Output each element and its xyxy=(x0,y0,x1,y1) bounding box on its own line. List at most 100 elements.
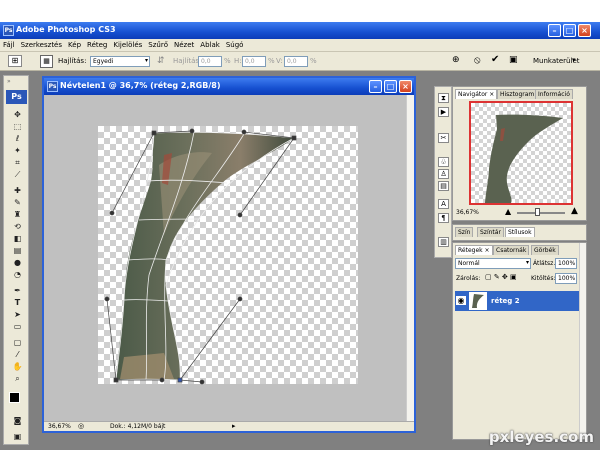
eyedropper-tool-icon[interactable]: ⁄ xyxy=(12,350,23,359)
marquee-tool-icon[interactable]: ⬚ xyxy=(12,122,23,131)
menu-file[interactable]: Fájl xyxy=(0,39,18,49)
brush-tool-icon[interactable]: ✎ xyxy=(12,198,23,207)
tab-info[interactable]: Információ xyxy=(535,89,573,99)
eye-icon[interactable]: ◉ xyxy=(456,296,466,305)
toolbox-grip-icon[interactable]: » xyxy=(7,78,11,85)
shape-tool-icon[interactable]: ▭ xyxy=(12,322,23,331)
layer-row[interactable]: ◉ réteg 2 xyxy=(455,291,581,311)
bridge-icon[interactable]: ▣ xyxy=(509,55,523,67)
maximize-button[interactable]: □ xyxy=(563,24,576,37)
tab-layers[interactable]: Rétegek × xyxy=(455,245,493,255)
reference-point-icon[interactable]: ▦ xyxy=(40,55,53,68)
handle-line xyxy=(179,379,203,383)
crop-tool-icon[interactable]: ⌗ xyxy=(12,158,23,167)
zoom-slider-track[interactable] xyxy=(517,212,565,214)
tab-histogram[interactable]: Hisztogram xyxy=(497,89,538,99)
clone-source-panel-icon[interactable]: ♙ xyxy=(438,169,449,179)
pen-tool-icon[interactable]: ✒ xyxy=(12,286,23,295)
lock-label: Zárolás: xyxy=(456,275,481,282)
tab-channels[interactable]: Csatornák xyxy=(493,245,530,255)
tab-navigator[interactable]: Navigátor × xyxy=(455,89,498,99)
warp-layer-graphic[interactable] xyxy=(44,95,406,421)
doc-minimize-button[interactable]: – xyxy=(369,80,382,93)
paths-panel-icon[interactable]: ▥ xyxy=(438,237,449,247)
status-info-icon[interactable]: ◎ xyxy=(78,422,84,430)
magic-wand-tool-icon[interactable]: ✦ xyxy=(12,146,23,155)
history-panel-icon[interactable]: ⧗ xyxy=(438,93,449,103)
tab-curves[interactable]: Görbék xyxy=(531,245,559,255)
document-icon: Ps xyxy=(47,81,58,92)
path-selection-tool-icon[interactable]: ➤ xyxy=(12,310,23,319)
bend-unit: % xyxy=(224,57,231,65)
blend-mode-select[interactable]: Normál ▾ xyxy=(455,258,531,269)
tool-presets-panel-icon[interactable]: ✂ xyxy=(438,133,449,143)
zoom-readout[interactable]: 36,67% xyxy=(48,423,71,430)
layers-scrollbar[interactable] xyxy=(579,243,586,439)
move-tool-icon[interactable]: ✥ xyxy=(12,110,23,119)
eraser-tool-icon[interactable]: ◧ xyxy=(12,234,23,243)
layer-comps-panel-icon[interactable]: ▤ xyxy=(438,181,449,191)
paragraph-panel-icon[interactable]: ¶ xyxy=(438,213,449,223)
warp-style-label: Hajlítás: xyxy=(58,57,87,65)
zoom-slider-thumb[interactable] xyxy=(535,208,540,216)
vertical-scrollbar[interactable] xyxy=(406,95,414,421)
warp-corner xyxy=(177,377,183,383)
brushes-panel-icon[interactable]: ♧ xyxy=(438,157,449,167)
bend-input[interactable]: 0,0 xyxy=(198,56,222,67)
navigator-zoom[interactable]: 36,67% xyxy=(456,209,479,216)
workspace-chevron-icon: ▾ xyxy=(572,56,576,64)
clone-stamp-tool-icon[interactable]: ♜ xyxy=(12,210,23,219)
lock-icons[interactable]: ▢ ✎ ✥ ▣ xyxy=(485,273,517,281)
close-button[interactable]: × xyxy=(578,24,591,37)
h-input[interactable]: 0,0 xyxy=(242,56,266,67)
commit-transform-icon[interactable]: ✔ xyxy=(491,54,502,66)
minimize-button[interactable]: – xyxy=(548,24,561,37)
menu-edit[interactable]: Szerkesztés xyxy=(18,39,65,49)
character-panel-icon[interactable]: A xyxy=(438,199,449,209)
blur-tool-icon[interactable]: ● xyxy=(12,258,23,267)
screen-mode-icon[interactable]: ▣ xyxy=(12,432,23,441)
tab-color[interactable]: Szín xyxy=(455,227,474,237)
menu-image[interactable]: Kép xyxy=(65,39,84,49)
doc-close-button[interactable]: × xyxy=(399,80,412,93)
warp-orientation-icon[interactable]: ⇵ xyxy=(157,56,169,67)
menu-select[interactable]: Kijelölés xyxy=(110,39,145,49)
gradient-tool-icon[interactable]: ▤ xyxy=(12,246,23,255)
warp-style-value: Egyedi xyxy=(93,58,114,65)
menu-help[interactable]: Súgó xyxy=(223,39,247,49)
foreground-color-swatch[interactable] xyxy=(9,392,20,403)
quick-mask-icon[interactable]: ◙ xyxy=(12,416,23,425)
actions-panel-icon[interactable]: ▶ xyxy=(438,107,449,117)
tab-swatches[interactable]: Színtár xyxy=(477,227,504,237)
options-bar: ⊞ ▦ Hajlítás: Egyedi ▾ ⇵ Hajlítás: 0,0 % … xyxy=(0,52,600,71)
history-brush-tool-icon[interactable]: ⟲ xyxy=(12,222,23,231)
menu-view[interactable]: Nézet xyxy=(171,39,197,49)
tab-styles[interactable]: Stílusok xyxy=(505,227,535,237)
zoom-tool-icon[interactable]: ⌕ xyxy=(12,374,23,383)
dodge-tool-icon[interactable]: ◔ xyxy=(12,270,23,279)
v-input[interactable]: 0,0 xyxy=(284,56,308,67)
zoom-in-icon[interactable]: ▲ xyxy=(571,206,578,216)
document-status-bar: 36,67% ◎ Dok.: 4,12M/0 bájt ▸ xyxy=(44,421,414,431)
warp-style-select[interactable]: Egyedi ▾ xyxy=(90,56,150,67)
status-arrow-icon[interactable]: ▸ xyxy=(232,422,236,430)
opacity-input[interactable]: 100% xyxy=(555,258,577,269)
slice-tool-icon[interactable]: ⟋ xyxy=(12,170,23,179)
healing-brush-tool-icon[interactable]: ✚ xyxy=(12,186,23,195)
document-canvas-area[interactable] xyxy=(44,95,406,421)
fill-input[interactable]: 100% xyxy=(555,273,577,284)
menu-window[interactable]: Ablak xyxy=(197,39,223,49)
type-tool-icon[interactable]: T xyxy=(12,298,23,307)
zoom-out-icon[interactable]: ▲ xyxy=(505,207,511,216)
lasso-tool-icon[interactable]: ℓ xyxy=(12,134,23,143)
doc-maximize-button[interactable]: □ xyxy=(384,80,397,93)
cancel-transform-icon[interactable]: ⦸ xyxy=(474,55,485,67)
menu-filter[interactable]: Szűrő xyxy=(145,39,171,49)
menu-layer[interactable]: Réteg xyxy=(84,39,110,49)
notes-tool-icon[interactable]: ▢ xyxy=(12,338,23,347)
tool-preset-icon[interactable]: ⊞ xyxy=(8,55,22,67)
navigator-preview[interactable] xyxy=(469,101,573,205)
warp-mode-icon[interactable]: ⊕ xyxy=(452,55,465,67)
hand-tool-icon[interactable]: ✋ xyxy=(12,362,23,371)
chevron-down-icon: ▾ xyxy=(144,57,148,64)
